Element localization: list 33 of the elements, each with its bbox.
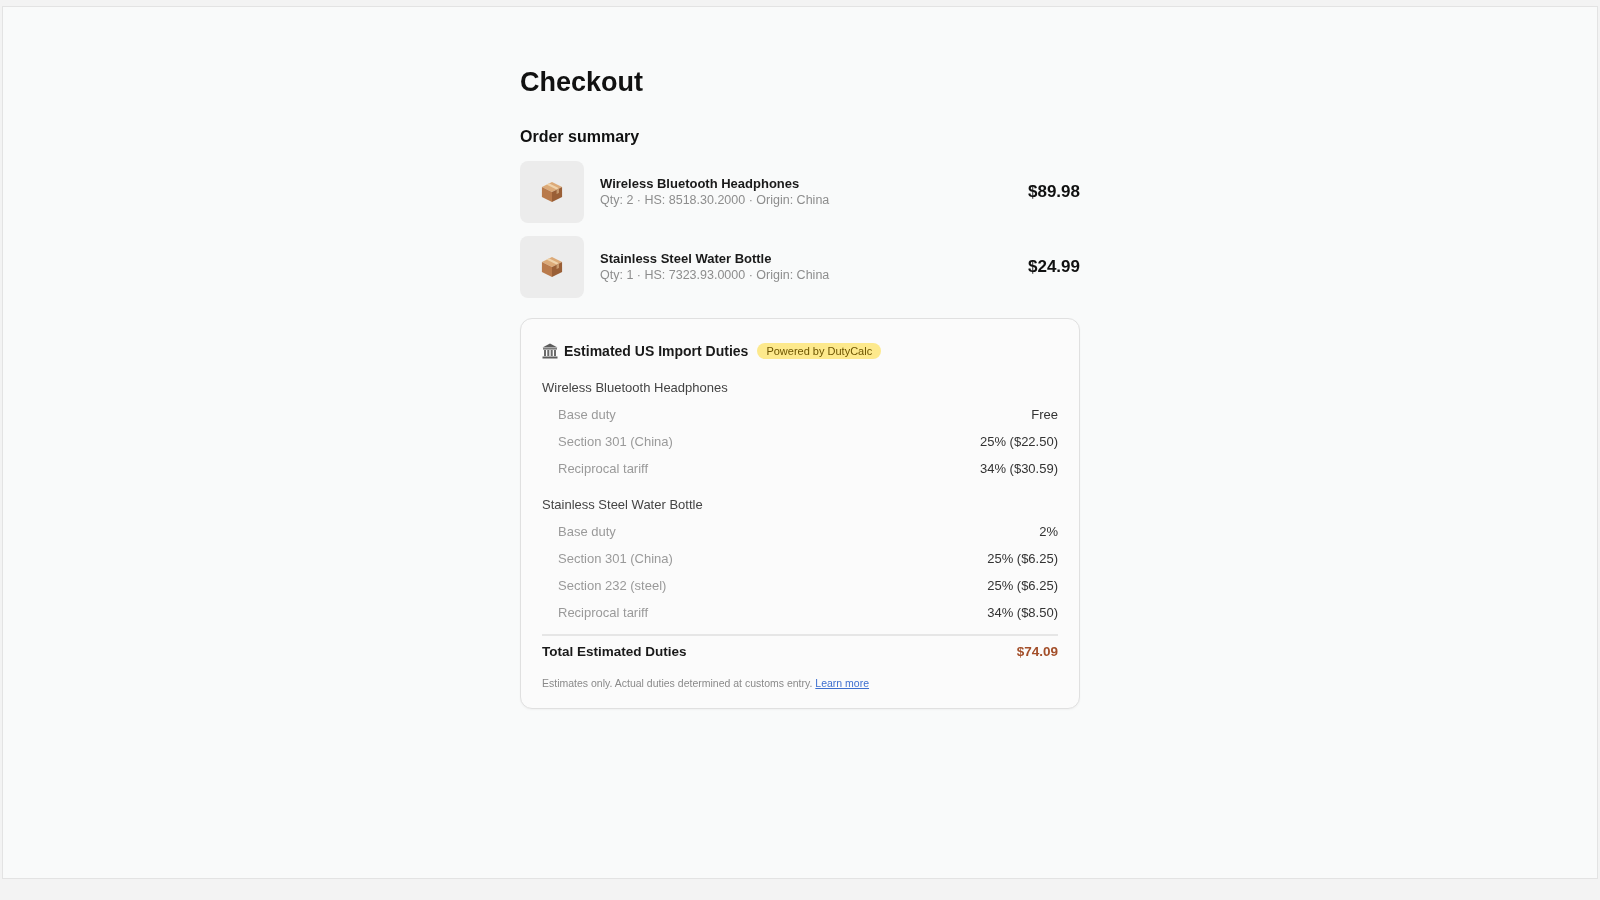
disclaimer-text: Estimates only. Actual duties determined at customs entry. Learn more <box>542 676 871 692</box>
powered-by-badge: Powered by DutyCalc <box>757 343 882 359</box>
product-details: Qty: 1 · HS: 7323.93.0000 · Origin: China <box>600 267 830 283</box>
learn-more-link[interactable]: Learn more <box>815 677 870 690</box>
duty-label: Reciprocal tariff <box>558 604 649 622</box>
duty-value: 34% ($8.50) <box>987 604 1058 622</box>
package-icon <box>541 181 563 203</box>
duty-label: Section 301 (China) <box>558 550 673 568</box>
duty-value: Free <box>1031 406 1058 424</box>
product-name: Wireless Bluetooth Headphones <box>600 176 801 192</box>
product-price: $89.98 <box>1028 181 1080 204</box>
duty-value: 25% ($6.25) <box>987 550 1058 568</box>
duty-product-name: Wireless Bluetooth Headphones <box>542 379 729 397</box>
product-name: Stainless Steel Water Bottle <box>600 251 773 267</box>
package-icon <box>541 256 563 278</box>
duty-value: 25% ($22.50) <box>979 433 1058 451</box>
duty-value: 25% ($6.25) <box>987 577 1058 595</box>
duty-label: Base duty <box>558 406 616 424</box>
total-label: Total Estimated Duties <box>542 643 687 662</box>
product-price: $24.99 <box>1028 256 1080 279</box>
product-details: Qty: 2 · HS: 8518.30.2000 · Origin: China <box>600 192 830 208</box>
duty-product-name: Stainless Steel Water Bottle <box>542 496 704 514</box>
duty-label: Section 301 (China) <box>558 433 673 451</box>
page-title: Checkout <box>520 66 645 98</box>
duty-label: Reciprocal tariff <box>558 460 649 478</box>
duty-label: Base duty <box>558 523 616 541</box>
duty-value: 34% ($30.59) <box>979 460 1058 478</box>
duty-value: 2% <box>1039 523 1058 541</box>
total-amount: $74.09 <box>1016 643 1058 661</box>
duty-label: Section 232 (steel) <box>558 577 667 595</box>
section-heading: Order summary <box>520 127 641 147</box>
duties-title: Estimated US Import Duties <box>564 342 749 361</box>
building-icon <box>542 343 558 359</box>
